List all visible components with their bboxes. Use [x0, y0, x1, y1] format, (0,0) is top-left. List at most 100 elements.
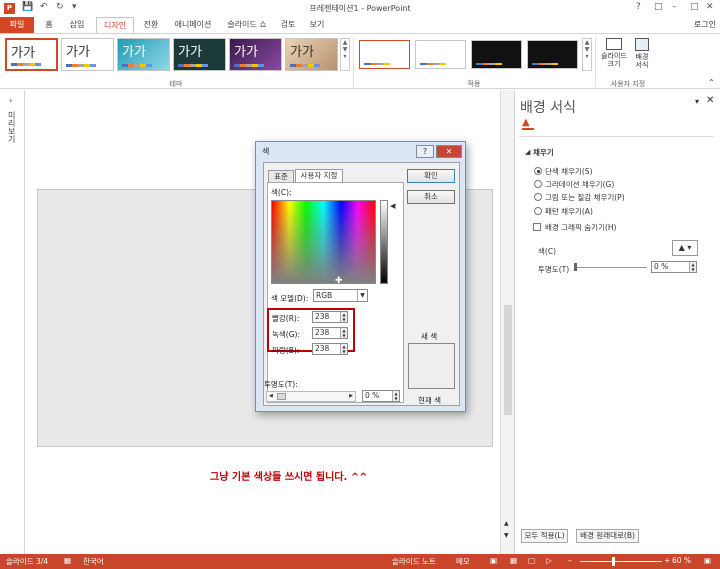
ribbon-display-icon[interactable]: □	[654, 2, 663, 12]
transparency-input[interactable]: 0 % ▲ ▼	[651, 261, 697, 273]
tab-transitions[interactable]: 전환	[138, 17, 164, 33]
dialog-transparency-slider[interactable]: ◀ ▶	[266, 391, 356, 402]
pane-options-icon[interactable]: ▾	[695, 97, 699, 106]
gradient-fill-radio[interactable]	[534, 180, 542, 188]
hide-bg-graphics-label[interactable]: 배경 그래픽 숨기기(H)	[545, 222, 616, 233]
color-model-select[interactable]: RGB ▼	[313, 289, 368, 302]
luminance-pointer-icon[interactable]: ◀	[390, 202, 395, 210]
theme-3[interactable]: 가가	[117, 38, 170, 71]
scroll-down-icon[interactable]: ▼	[504, 532, 509, 539]
pattern-fill-radio[interactable]	[534, 207, 542, 215]
theme-6[interactable]: 가가	[285, 38, 338, 71]
tab-slideshow[interactable]: 슬라이드 쇼	[224, 17, 270, 33]
chevron-down-icon[interactable]: ▼	[357, 290, 367, 301]
scroll-up-icon[interactable]: ▲	[504, 520, 509, 527]
reset-background-button[interactable]: 배경 원래대로(B)	[576, 529, 639, 543]
format-background-button[interactable]: 배경 서식	[630, 38, 654, 69]
slider-left-icon[interactable]: ◀	[269, 393, 273, 399]
tab-design[interactable]: 디자인	[96, 17, 134, 34]
zoom-slider-thumb[interactable]	[612, 557, 615, 566]
apply-to-all-button[interactable]: 모두 적용(L)	[521, 529, 568, 543]
green-input[interactable]: 238 ▲ ▼	[312, 327, 348, 339]
spellcheck-icon[interactable]: ▦	[64, 556, 71, 565]
transparency-slider[interactable]	[575, 267, 647, 268]
section-collapse-icon[interactable]: ◢	[525, 148, 530, 156]
vertical-scrollbar[interactable]: ▲ ▼	[500, 90, 514, 554]
blue-input[interactable]: 238 ▲ ▼	[312, 343, 348, 355]
tab-view[interactable]: 보기	[306, 17, 328, 33]
zoom-in-icon[interactable]: +	[664, 556, 670, 565]
tab-animations[interactable]: 애니메이션	[170, 17, 216, 33]
minimize-icon[interactable]: –	[672, 2, 677, 12]
colors-label: 색(C):	[271, 188, 292, 197]
tab-insert[interactable]: 삽입	[64, 17, 90, 33]
spectrum-crosshair[interactable]: ✚	[335, 276, 343, 286]
variant-1[interactable]	[359, 40, 410, 69]
color-spectrum[interactable]	[271, 200, 376, 284]
color-picker-button[interactable]: ▲ ▾	[672, 240, 698, 256]
variant-3[interactable]	[471, 40, 522, 69]
fill-bucket-icon[interactable]: ▲	[522, 118, 534, 130]
status-bar: 슬라이드 3/4 ▦ 한국어 슬라이드 노트 메모 ▣ ▦ □ ▷ – + 60…	[0, 554, 720, 569]
tab-review[interactable]: 검토	[277, 17, 299, 33]
theme-sample-text: 가가	[11, 46, 35, 61]
ok-button[interactable]: 확인	[407, 169, 455, 183]
luminance-bar[interactable]	[380, 200, 388, 284]
zoom-out-icon[interactable]: –	[568, 556, 572, 565]
theme-more-icon[interactable]: ▲ ▼ ▾	[340, 38, 350, 71]
slide-size-button[interactable]: 슬라이드 크기	[600, 38, 628, 68]
dialog-help-button[interactable]: ?	[416, 145, 434, 158]
theme-2[interactable]: 가가	[61, 38, 114, 71]
expand-thumbnails-icon[interactable]: ›	[9, 96, 12, 105]
comments-button[interactable]: 메모	[456, 556, 470, 567]
slider-right-icon[interactable]: ▶	[349, 393, 353, 399]
close-icon[interactable]: ✕	[706, 2, 714, 12]
maximize-icon[interactable]: □	[690, 2, 699, 12]
normal-view-icon[interactable]: ▣	[490, 556, 497, 565]
dialog-body: 표준 사용자 지정 색(C): ✚ ◀ 색 모델(D): RGB ▼ 빨강(R)…	[263, 162, 460, 406]
sorter-view-icon[interactable]: ▦	[510, 556, 517, 565]
variant-2[interactable]	[415, 40, 466, 69]
dialog-close-button[interactable]: ✕	[436, 145, 462, 158]
tab-home[interactable]: 홈	[40, 17, 58, 33]
scrollbar-thumb[interactable]	[504, 305, 512, 415]
zoom-level[interactable]: 60 %	[672, 556, 691, 565]
pattern-fill-label[interactable]: 패턴 채우기(A)	[545, 206, 593, 217]
gradient-fill-label[interactable]: 그라데이션 채우기(G)	[545, 179, 614, 190]
thumbnails-label[interactable]: 미리보기	[8, 112, 18, 144]
tab-file[interactable]: 파일	[0, 17, 34, 33]
solid-fill-radio[interactable]	[534, 167, 542, 175]
slideshow-view-icon[interactable]: ▷	[546, 556, 552, 565]
language-indicator[interactable]: 한국어	[83, 556, 104, 567]
collapse-ribbon-icon[interactable]: ⌃	[708, 78, 715, 87]
login-link[interactable]: 로그인	[694, 19, 716, 30]
cancel-button[interactable]: 취소	[407, 190, 455, 204]
help-icon[interactable]: ?	[636, 2, 641, 12]
transparency-value: 0 %	[654, 262, 669, 271]
pane-close-icon[interactable]: ✕	[706, 95, 714, 106]
reading-view-icon[interactable]: □	[528, 556, 535, 565]
red-input[interactable]: 238 ▲ ▼	[312, 311, 348, 323]
variant-more-icon[interactable]: ▲ ▼ ▾	[582, 38, 592, 71]
theme-5[interactable]: 가가	[229, 38, 282, 71]
color-label: 색(C)	[538, 247, 556, 256]
window-title: 프레젠테이션1 - PowerPoint	[309, 4, 411, 13]
picture-fill-radio[interactable]	[534, 193, 542, 201]
theme-4[interactable]: 가가	[173, 38, 226, 71]
notes-button[interactable]: 슬라이드 노트	[392, 556, 436, 567]
theme-office[interactable]: 가가	[5, 38, 58, 71]
tab-custom[interactable]: 사용자 지정	[295, 169, 343, 183]
fit-slide-icon[interactable]: ▣	[704, 556, 711, 565]
format-background-pane	[514, 90, 720, 554]
red-value: 238	[315, 312, 330, 321]
solid-fill-label[interactable]: 단색 채우기(S)	[545, 166, 593, 177]
dialog-transparency-input[interactable]: 0 % ▲ ▼	[362, 390, 400, 402]
hide-bg-graphics-checkbox[interactable]	[533, 223, 541, 231]
transparency-label: 투명도(T)	[538, 265, 570, 274]
variant-4[interactable]	[527, 40, 578, 69]
dialog-slider-thumb[interactable]	[277, 393, 286, 400]
zoom-slider[interactable]	[580, 561, 662, 562]
dialog-title: 색	[262, 147, 270, 156]
picture-fill-label[interactable]: 그림 또는 질감 채우기(P)	[545, 192, 625, 203]
transparency-slider-thumb[interactable]	[574, 263, 577, 271]
